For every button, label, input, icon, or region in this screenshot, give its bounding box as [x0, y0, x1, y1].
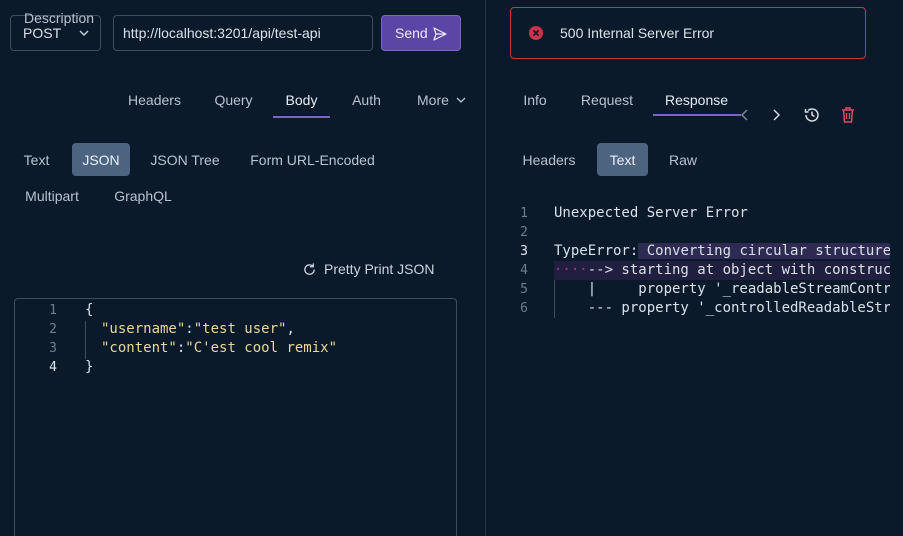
line-number: 5 [520, 282, 528, 297]
body-type-graphql[interactable]: GraphQL [103, 179, 183, 212]
code-text: --> starting at object with construc [587, 262, 890, 278]
code-line: } [85, 358, 93, 377]
json-colon: : [185, 321, 194, 337]
code-line: "username":"test user", [101, 320, 295, 339]
error-type: TypeError: [554, 243, 639, 259]
json-key: "username" [101, 321, 186, 337]
code-line: { [85, 301, 93, 320]
tab-more-label: More [417, 92, 449, 108]
tab-response[interactable]: Response [665, 82, 728, 118]
whitespace-marker: ···· [554, 262, 588, 278]
json-value: "C'est cool remix" [185, 340, 338, 356]
line-number: 4 [520, 263, 528, 278]
body-type-json[interactable]: JSON [72, 143, 130, 176]
scroll-tabs-left-button[interactable] [733, 103, 757, 127]
status-banner: 500 Internal Server Error [510, 7, 866, 59]
send-icon [433, 27, 447, 41]
url-input[interactable] [113, 15, 373, 51]
chevron-right-icon [773, 109, 780, 121]
history-button[interactable] [800, 103, 824, 127]
selected-text: Converting circular structure [638, 243, 890, 259]
app-root: POST Send Description Headers Query Body… [0, 0, 903, 536]
body-editor[interactable]: 1 2 3 4 { "username":"test user", "conte… [14, 298, 457, 536]
refresh-icon [304, 262, 315, 275]
response-view-raw[interactable]: Raw [661, 143, 705, 176]
tab-query[interactable]: Query [214, 82, 253, 118]
line-number: 4 [49, 360, 57, 375]
body-type-text[interactable]: Text [14, 143, 59, 176]
history-icon [804, 108, 819, 122]
chevron-down-icon [456, 97, 466, 103]
delete-button[interactable] [836, 103, 860, 127]
code-line: "content":"C'est cool remix" [101, 339, 337, 358]
chevron-left-icon [741, 109, 748, 121]
response-body-viewer[interactable]: 1 2 3 4 5 6 Unexpected Server Error Type… [486, 202, 890, 322]
body-type-multipart[interactable]: Multipart [14, 179, 90, 212]
tab-request[interactable]: Request [581, 82, 633, 118]
line-number: 2 [49, 322, 57, 337]
code-line: ····--> starting at object with construc [554, 261, 890, 280]
json-key: "content" [101, 340, 177, 356]
request-panel: POST Send Description Headers Query Body… [0, 0, 485, 536]
json-comma: , [286, 321, 295, 337]
pretty-print-label: Pretty Print JSON [324, 261, 435, 277]
line-number: 1 [520, 206, 528, 221]
tab-description[interactable]: Description [23, 0, 95, 36]
tab-auth[interactable]: Auth [351, 82, 382, 118]
response-view-headers[interactable]: Headers [514, 143, 584, 176]
brace-close: } [85, 359, 94, 375]
code-line: | property '_readableStreamContr [554, 281, 890, 297]
scroll-tabs-right-button[interactable] [764, 103, 788, 127]
tab-info[interactable]: Info [523, 82, 547, 118]
active-tab-indicator [653, 114, 741, 116]
send-button[interactable]: Send [381, 15, 461, 51]
trash-icon [842, 107, 854, 123]
indent-guide [85, 321, 86, 359]
status-text: 500 Internal Server Error [560, 25, 715, 41]
json-value: "test user" [193, 321, 287, 337]
line-number: 1 [49, 303, 57, 318]
pretty-print-button[interactable]: Pretty Print JSON [302, 258, 434, 280]
tab-body[interactable]: Body [273, 82, 330, 118]
tab-more[interactable]: More [417, 82, 471, 118]
brace-open: { [85, 302, 94, 318]
line-number: 3 [520, 244, 528, 259]
body-type-json-tree[interactable]: JSON Tree [143, 143, 227, 176]
code-line: Unexpected Server Error [554, 205, 748, 221]
response-view-text[interactable]: Text [597, 143, 648, 176]
error-circle-icon [529, 26, 543, 40]
send-label: Send [395, 25, 428, 41]
code-line: TypeError: Converting circular structure [554, 242, 890, 261]
line-number: 6 [520, 301, 528, 316]
line-number: 2 [520, 225, 528, 240]
tab-headers[interactable]: Headers [128, 82, 181, 118]
code-line: --- property '_controlledReadableStr [554, 300, 890, 316]
line-number: 3 [49, 341, 57, 356]
body-type-form-url-encoded[interactable]: Form URL-Encoded [240, 143, 385, 176]
